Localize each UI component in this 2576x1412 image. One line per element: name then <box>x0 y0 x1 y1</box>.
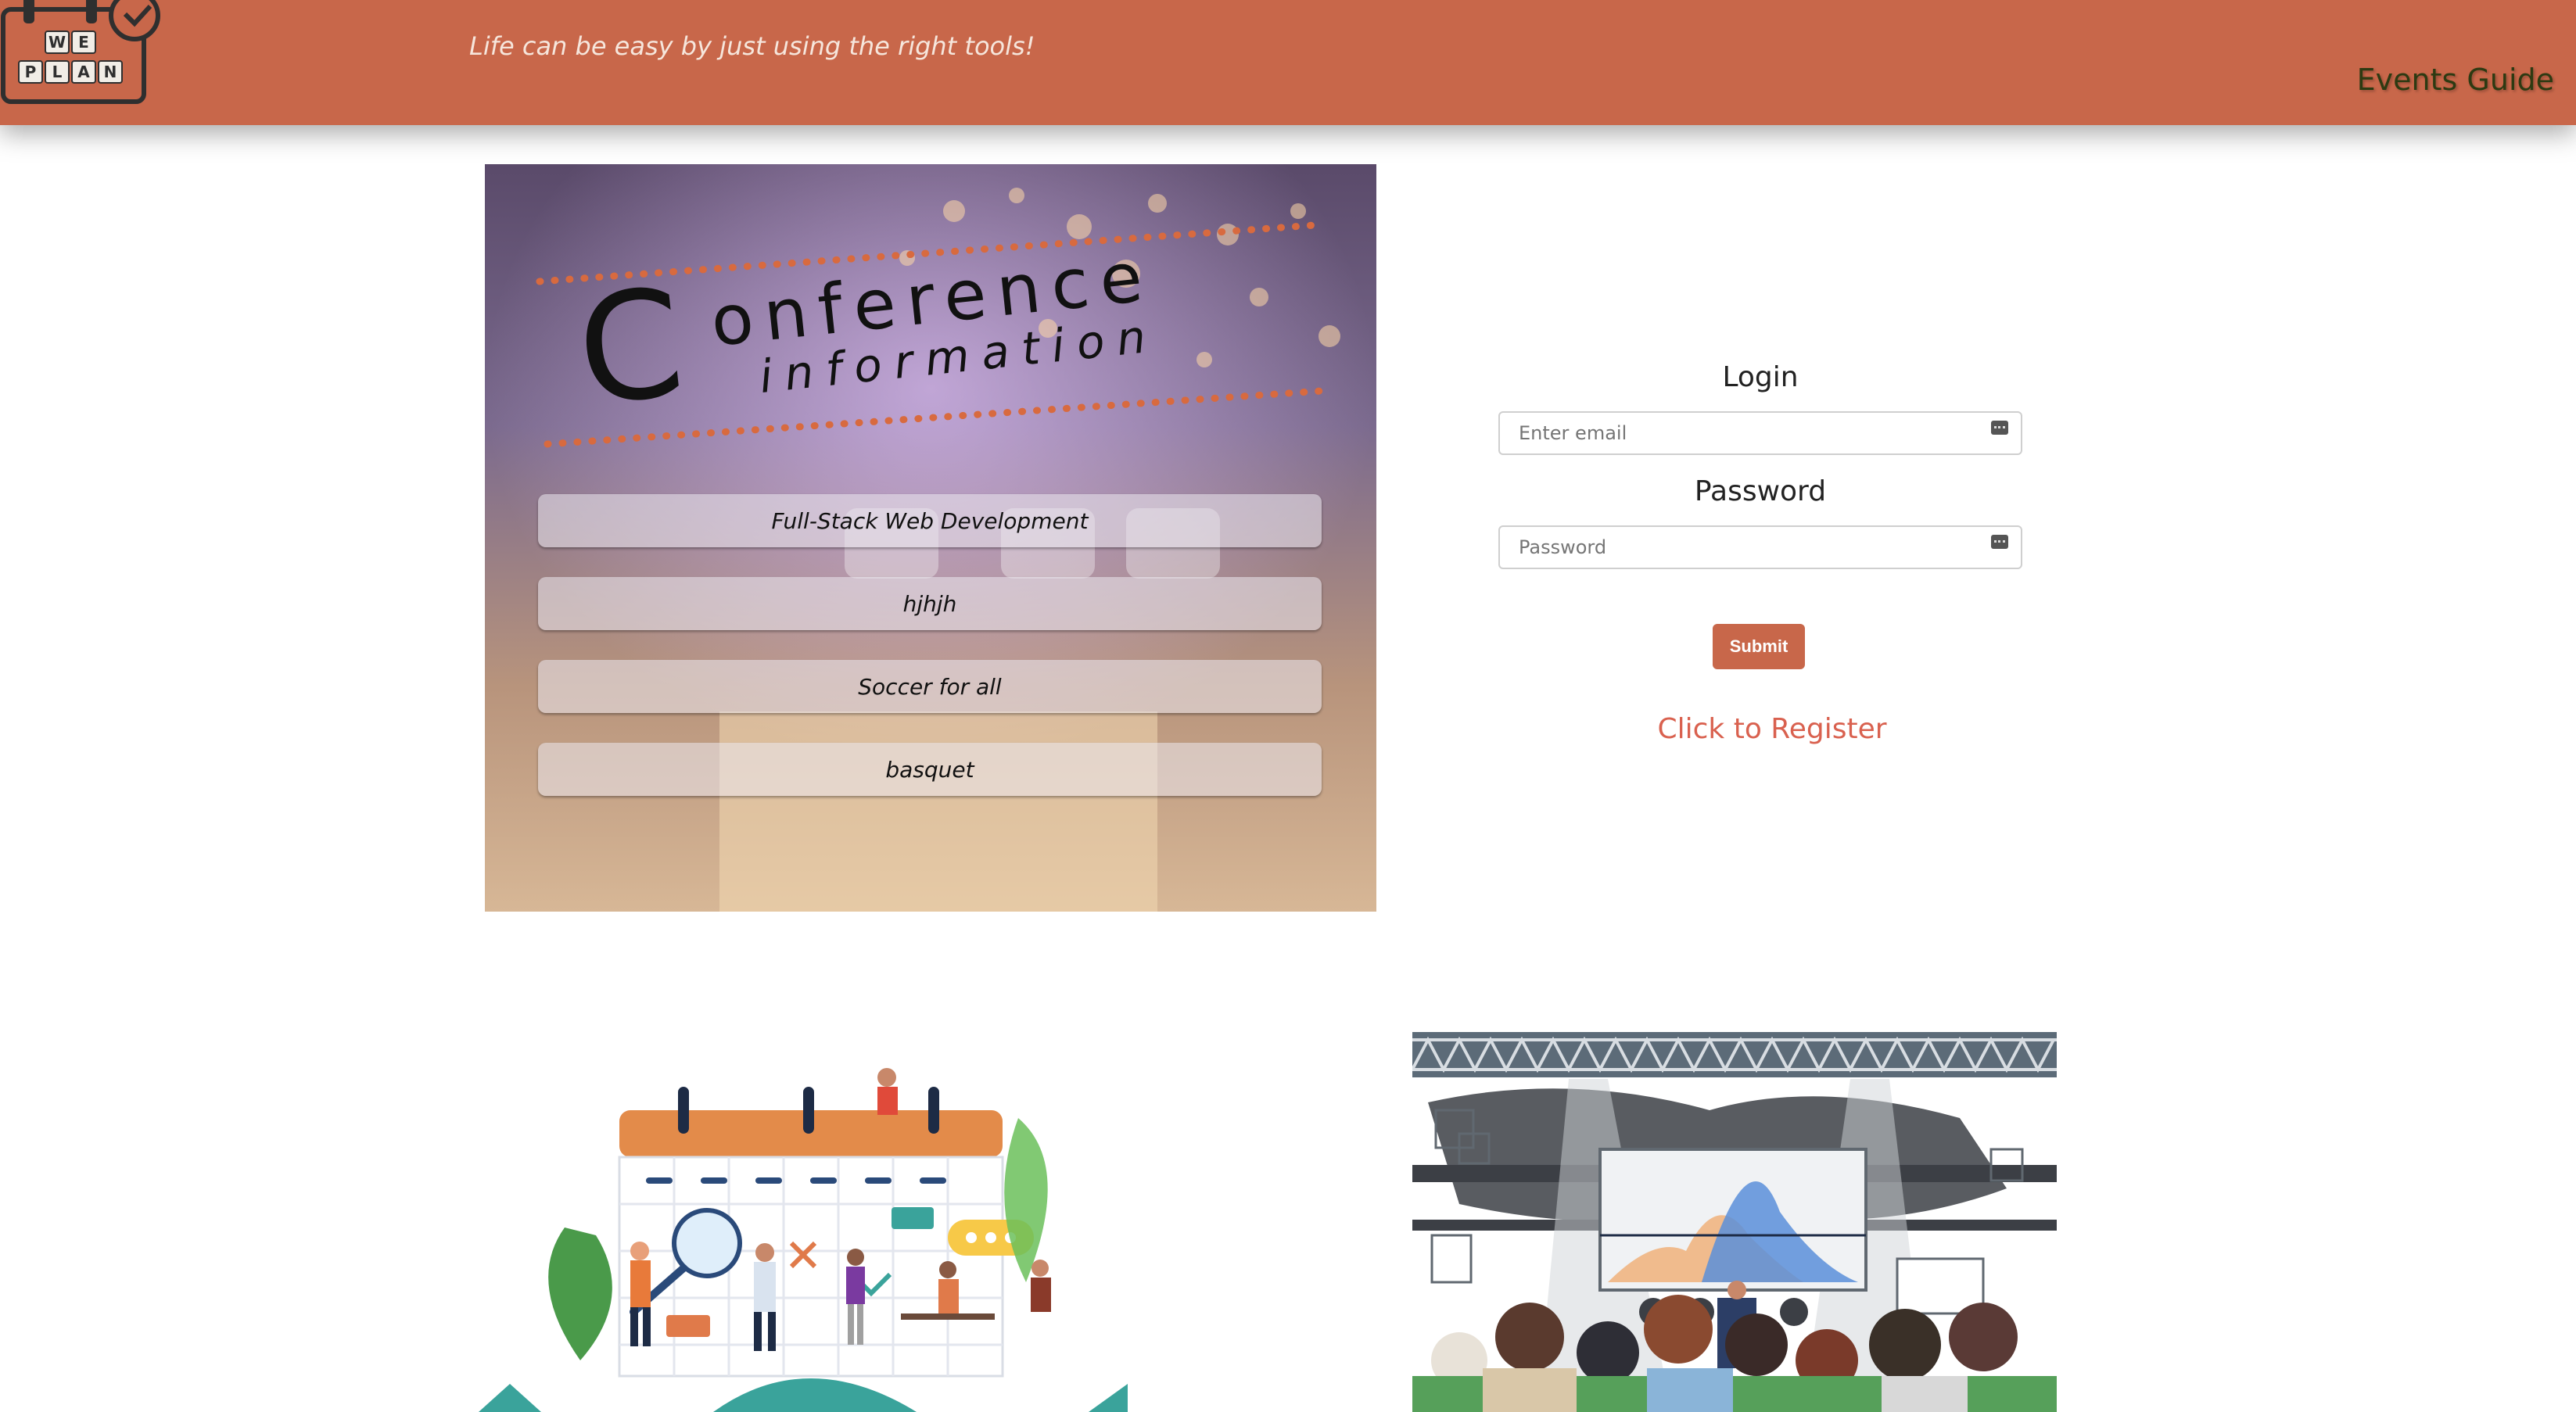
event-item[interactable]: Full-Stack Web Development <box>538 494 1322 547</box>
submit-button[interactable]: Submit <box>1713 624 1805 669</box>
svg-text:W: W <box>48 33 66 52</box>
svg-text:P: P <box>25 63 37 81</box>
event-item[interactable]: hjhjh <box>538 577 1322 630</box>
autofill-icon[interactable] <box>1991 421 2008 435</box>
calendar-planning-illustration <box>479 1068 1128 1412</box>
svg-text:E: E <box>78 33 89 52</box>
top-header: WE PLAN Life can be easy by just using t… <box>0 0 2576 125</box>
svg-text:L: L <box>52 63 63 81</box>
conference-panel: C onference information Full-Stack Web D… <box>485 164 1376 912</box>
event-label: basquet <box>885 756 974 783</box>
login-label: Login <box>1722 361 1799 393</box>
password-field[interactable] <box>1498 525 2022 569</box>
autofill-icon[interactable] <box>1991 535 2008 549</box>
password-label: Password <box>1694 475 1827 507</box>
event-item[interactable]: Soccer for all <box>538 660 1322 713</box>
event-label: hjhjh <box>902 590 957 617</box>
header-tagline: Life can be easy by just using the right… <box>469 31 1035 61</box>
event-item[interactable]: basquet <box>538 743 1322 796</box>
register-link[interactable]: Click to Register <box>1498 713 2046 745</box>
svg-text:A: A <box>77 63 90 81</box>
event-label: Full-Stack Web Development <box>771 507 1089 534</box>
svg-text:N: N <box>104 63 117 81</box>
weplan-logo[interactable]: WE PLAN <box>0 0 166 111</box>
email-field[interactable] <box>1498 411 2022 455</box>
conference-big-letter: C <box>569 256 691 439</box>
conference-stage-illustration <box>1412 1032 2057 1412</box>
event-label: Soccer for all <box>858 673 1002 700</box>
events-guide-link[interactable]: Events Guide <box>2357 63 2554 97</box>
